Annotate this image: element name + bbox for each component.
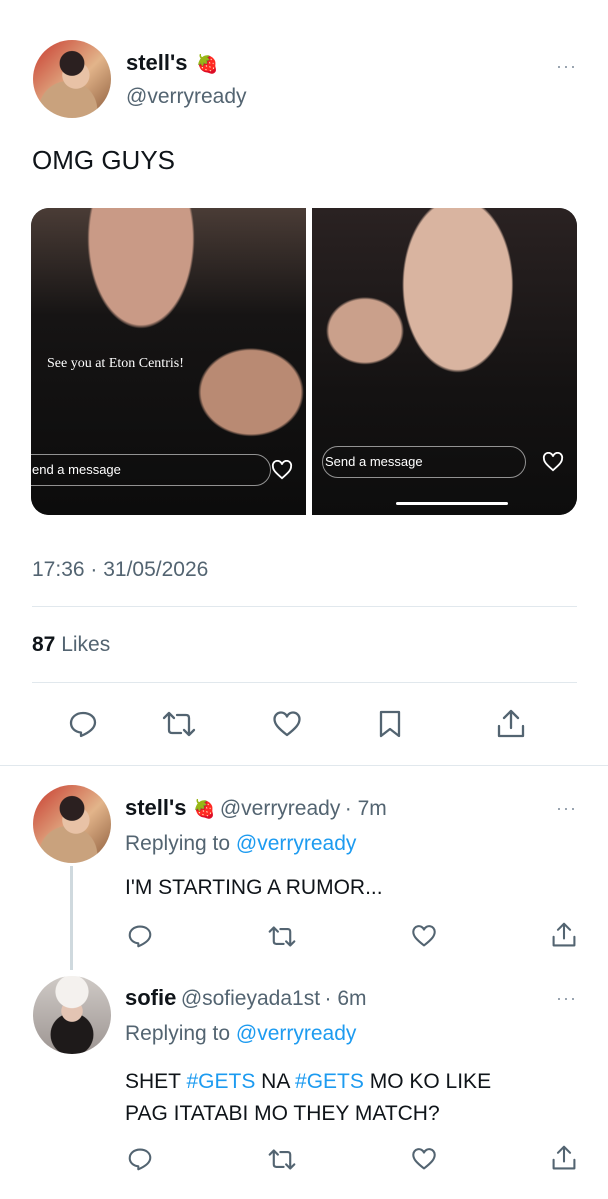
reply-time: · 7m xyxy=(344,797,387,820)
message-field-left: end a message xyxy=(31,454,271,486)
share-icon[interactable] xyxy=(551,921,577,949)
reply-header[interactable]: sofie @sofieyada1st · 6m xyxy=(125,985,367,1011)
message-placeholder-left: end a message xyxy=(32,462,121,477)
more-icon[interactable]: ··· xyxy=(556,798,577,819)
bookmark-icon[interactable] xyxy=(377,709,403,739)
share-icon[interactable] xyxy=(551,1144,577,1172)
reply-text-segment: SHET xyxy=(125,1070,187,1093)
strawberry-icon: 🍓 xyxy=(192,799,216,819)
reply-icon[interactable] xyxy=(127,924,153,948)
retweet-icon[interactable] xyxy=(268,925,296,948)
likes-label: Likes xyxy=(61,633,111,656)
reply-display-name: stell's xyxy=(125,795,187,820)
message-field-right: Send a message xyxy=(322,446,526,478)
story-home-indicator xyxy=(396,502,508,505)
avatar[interactable] xyxy=(33,40,111,118)
like-icon[interactable] xyxy=(411,1147,437,1171)
reply-text: I'M STARTING A RUMOR... xyxy=(125,876,383,899)
replying-prefix: Replying to xyxy=(125,1022,231,1045)
reply-handle: @sofieyada1st xyxy=(180,987,321,1010)
reply-time: · 6m xyxy=(324,987,367,1010)
reply-text-segment: MO KO LIKE xyxy=(363,1070,492,1093)
like-icon[interactable] xyxy=(411,924,437,948)
reply-text: SHET #GETS NA #GETS MO KO LIKE PAG ITATA… xyxy=(125,1066,491,1130)
author-handle: @verryready xyxy=(126,85,247,108)
replying-to: Replying to @verryready xyxy=(125,1022,356,1046)
likes-count-row[interactable]: 87 Likes xyxy=(32,633,110,657)
replying-handle-link[interactable]: @verryready xyxy=(236,1022,357,1045)
divider xyxy=(0,765,608,766)
heart-outline-icon xyxy=(271,459,293,485)
author-display-name: stell's xyxy=(126,50,188,75)
story-caption: See you at Eton Centris! xyxy=(47,356,184,371)
reply-header[interactable]: stell's 🍓 @verryready · 7m xyxy=(125,795,387,821)
message-placeholder-right: Send a message xyxy=(325,454,423,469)
reply-text-segment: NA xyxy=(255,1070,296,1093)
divider xyxy=(32,682,577,683)
tweet-text: OMG GUYS xyxy=(32,145,176,175)
tweet-media[interactable]: See you at Eton Centris! end a message S… xyxy=(31,208,577,515)
tweet-timestamp[interactable]: 17:36 · 31/05/2026 xyxy=(32,558,208,582)
reply-icon[interactable] xyxy=(68,710,98,738)
media-image-left[interactable]: See you at Eton Centris! end a message xyxy=(31,208,306,515)
hashtag-link[interactable]: #GETS xyxy=(295,1070,364,1093)
likes-count: 87 xyxy=(32,633,56,656)
reply-icon[interactable] xyxy=(127,1147,153,1171)
share-icon[interactable] xyxy=(496,708,526,740)
divider xyxy=(32,606,577,607)
replying-to: Replying to @verryready xyxy=(125,832,356,856)
retweet-icon[interactable] xyxy=(268,1148,296,1171)
more-icon[interactable]: ··· xyxy=(556,988,577,1009)
strawberry-icon: 🍓 xyxy=(195,54,219,74)
reply-text-line: SHET #GETS NA #GETS MO KO LIKE xyxy=(125,1066,491,1098)
thread-line xyxy=(70,866,73,970)
media-image-right[interactable]: Send a message xyxy=(312,208,577,515)
replying-prefix: Replying to xyxy=(125,832,231,855)
avatar[interactable] xyxy=(33,976,111,1054)
reply-display-name: sofie xyxy=(125,985,177,1010)
author-name-row[interactable]: stell's 🍓 xyxy=(126,50,218,76)
heart-outline-icon xyxy=(542,451,564,477)
more-icon[interactable]: ··· xyxy=(556,56,577,77)
avatar[interactable] xyxy=(33,785,111,863)
replying-handle-link[interactable]: @verryready xyxy=(236,832,357,855)
reply-handle: @verryready xyxy=(219,797,341,820)
like-icon[interactable] xyxy=(272,710,302,738)
hashtag-link[interactable]: #GETS xyxy=(186,1070,255,1093)
reply-text-line: PAG ITATABI MO THEY MATCH? xyxy=(125,1102,440,1125)
retweet-icon[interactable] xyxy=(162,710,196,738)
